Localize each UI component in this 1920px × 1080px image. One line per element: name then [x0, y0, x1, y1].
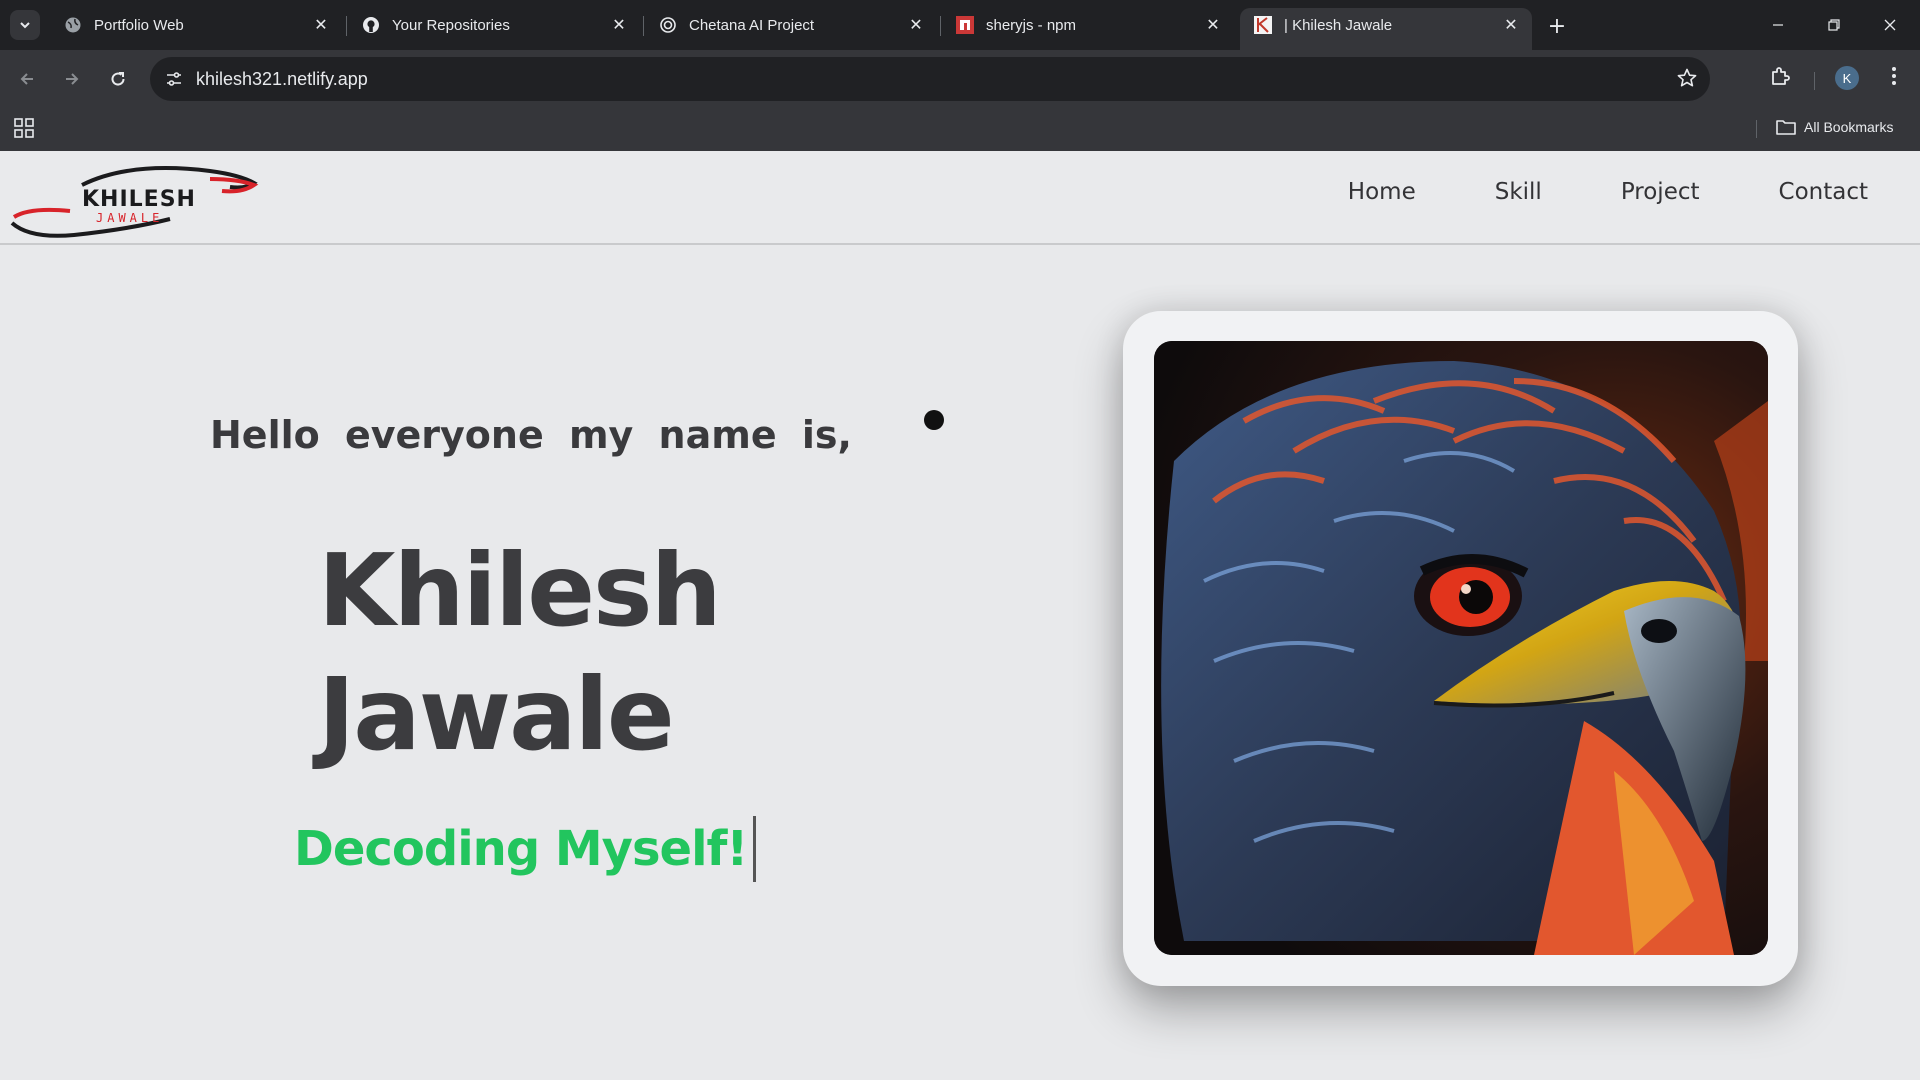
globe-icon [64, 16, 82, 34]
npm-icon [956, 16, 974, 34]
tab-title: | Khilesh Jawale [1284, 16, 1393, 34]
nav-skill-link[interactable]: Skill [1495, 179, 1542, 205]
minimize-icon [1773, 24, 1783, 26]
menu-kebab-icon[interactable] [1882, 64, 1906, 92]
address-bar[interactable]: khilesh321.netlify.app [150, 57, 1710, 101]
site-navbar: KHILESH JAWALE Home Skill Project Contac… [0, 151, 1920, 245]
site-logo[interactable]: KHILESH JAWALE [10, 157, 260, 241]
typed-tagline: Decoding Myself! [294, 821, 748, 877]
tab-khilesh-jawale[interactable]: | Khilesh Jawale ✕ [1240, 8, 1532, 50]
tab-portfolio-web[interactable]: Portfolio Web ✕ [50, 8, 342, 42]
close-tab-icon[interactable]: ✕ [905, 14, 927, 36]
all-bookmarks-button[interactable]: All Bookmarks [1776, 118, 1893, 136]
tab-your-repositories[interactable]: Your Repositories ✕ [348, 8, 640, 42]
url-text[interactable]: khilesh321.netlify.app [196, 69, 368, 90]
profile-photo-card [1123, 311, 1798, 986]
close-tab-icon[interactable]: ✕ [608, 14, 630, 36]
all-bookmarks-label: All Bookmarks [1804, 119, 1894, 135]
tab-chetana-ai-project[interactable]: Chetana AI Project ✕ [645, 8, 937, 42]
bookmark-star-icon[interactable] [1676, 67, 1698, 93]
close-window-button[interactable] [1862, 0, 1918, 50]
reload-button[interactable] [103, 64, 133, 94]
extensions-icon[interactable] [1768, 64, 1792, 92]
site-info-icon[interactable] [160, 65, 188, 93]
tab-search-button[interactable] [10, 10, 40, 40]
hero-first-name: Khilesh [318, 532, 722, 649]
close-tab-icon[interactable]: ✕ [1202, 14, 1224, 36]
github-icon [362, 16, 380, 34]
hero-name: Khilesh Jawale [318, 529, 722, 777]
new-tab-button[interactable]: + [1543, 12, 1571, 40]
openai-icon [659, 16, 677, 34]
chevron-down-icon [20, 22, 30, 29]
bookmarks-divider [1756, 120, 1757, 138]
hero-last-name: Jawale [318, 656, 675, 773]
tab-separator [643, 16, 644, 36]
tab-separator [940, 16, 941, 36]
nav-contact-link[interactable]: Contact [1779, 179, 1868, 205]
forward-button[interactable] [57, 64, 87, 94]
browser-tab-bar: Portfolio Web ✕ Your Repositories ✕ Chet… [0, 0, 1920, 50]
logo-text-primary: KHILESH [82, 187, 196, 212]
profile-avatar[interactable]: K [1835, 66, 1859, 90]
typing-caret [753, 816, 757, 882]
folder-icon [1776, 120, 1796, 135]
custom-cursor-dot [924, 410, 944, 430]
restore-icon [1828, 19, 1840, 31]
reload-icon [111, 72, 125, 86]
tab-sheryjs-npm[interactable]: sheryjs - npm ✕ [942, 8, 1234, 42]
toolbar-divider [1814, 72, 1815, 90]
arrow-right-icon [66, 73, 79, 85]
web-page: KHILESH JAWALE Home Skill Project Contac… [0, 151, 1920, 1080]
arrow-left-icon [20, 73, 33, 85]
hero-tagline: Decoding Myself! [294, 816, 757, 882]
close-icon [1884, 19, 1896, 31]
tab-title: Your Repositories [392, 16, 510, 34]
bookmarks-bar: All Bookmarks [0, 108, 1920, 151]
tab-title: Chetana AI Project [689, 16, 815, 34]
apps-grid-icon[interactable] [14, 118, 34, 142]
close-tab-icon[interactable]: ✕ [310, 14, 332, 36]
eagle-portrait-image [1154, 341, 1768, 955]
tab-separator [346, 16, 347, 36]
hero-greeting: Hello everyone my name is, [210, 413, 852, 457]
tab-title: Portfolio Web [94, 16, 184, 34]
browser-toolbar: khilesh321.netlify.app K [0, 50, 1920, 108]
restore-button[interactable] [1806, 0, 1862, 50]
minimize-button[interactable] [1750, 0, 1806, 50]
logo-text-secondary: JAWALE [96, 211, 163, 225]
nav-home-link[interactable]: Home [1348, 179, 1416, 205]
nav-project-link[interactable]: Project [1621, 179, 1700, 205]
site-nav-links: Home Skill Project Contact [1269, 179, 1868, 205]
close-tab-icon[interactable]: ✕ [1500, 14, 1522, 36]
tab-title: sheryjs - npm [986, 16, 1077, 34]
k-logo-icon [1254, 16, 1272, 34]
back-button[interactable] [12, 64, 42, 94]
